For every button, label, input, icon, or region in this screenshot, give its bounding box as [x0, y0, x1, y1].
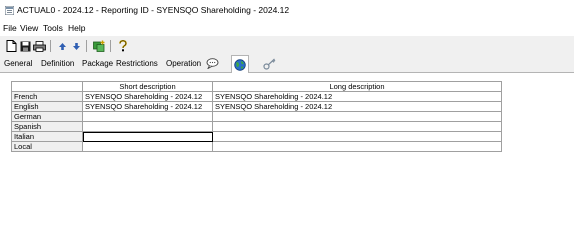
- long-description-cell[interactable]: SYENSQO Shareholding - 2024.12: [212, 101, 502, 112]
- print-icon: [32, 40, 46, 52]
- app-icon: [5, 6, 14, 15]
- key-icon: [263, 58, 276, 70]
- column-header-short-description[interactable]: Short description: [82, 81, 213, 92]
- menu-bar: File View Tools Help: [0, 20, 574, 36]
- save-icon: [20, 41, 30, 51]
- new-document-button[interactable]: [4, 39, 18, 53]
- menu-view[interactable]: View: [20, 23, 38, 33]
- table-row: Local: [11, 141, 502, 152]
- long-description-cell[interactable]: [212, 111, 502, 122]
- menu-file[interactable]: File: [3, 23, 17, 33]
- window-title: ACTUAL0 - 2024.12 - Reporting ID - SYENS…: [17, 5, 290, 15]
- add-item-button[interactable]: [92, 39, 106, 53]
- toolbar-separator: [50, 40, 51, 52]
- toolbar-separator: [110, 40, 111, 52]
- row-header-italian: Italian: [11, 131, 83, 142]
- title-bar: ACTUAL0 - 2024.12 - Reporting ID - SYENS…: [0, 0, 574, 20]
- tab-restrictions[interactable]: Restrictions: [116, 59, 158, 68]
- menu-tools[interactable]: Tools: [43, 23, 63, 33]
- long-description-cell[interactable]: [212, 141, 502, 152]
- menu-help[interactable]: Help: [68, 23, 85, 33]
- help-icon: [119, 40, 127, 52]
- tab-definition[interactable]: Definition: [41, 59, 74, 68]
- new-document-icon: [6, 40, 16, 52]
- save-button[interactable]: [18, 39, 32, 53]
- up-arrow-icon: [58, 42, 66, 50]
- short-description-cell[interactable]: [82, 121, 213, 132]
- tab-comments[interactable]: [204, 56, 220, 71]
- tab-languages[interactable]: [231, 55, 249, 73]
- row-header-english: English: [11, 101, 83, 112]
- table-row: Spanish: [11, 121, 502, 132]
- short-description-cell[interactable]: SYENSQO Shareholding - 2024.12: [82, 91, 213, 102]
- long-description-cell[interactable]: SYENSQO Shareholding - 2024.12: [212, 91, 502, 102]
- row-header-french: French: [11, 91, 83, 102]
- tab-bar: General Definition Package Restrictions …: [0, 55, 574, 73]
- row-header-german: German: [11, 111, 83, 122]
- column-header-long-description[interactable]: Long description: [212, 81, 502, 92]
- tab-operation[interactable]: Operation: [166, 59, 201, 68]
- grid-corner: [11, 81, 83, 92]
- table-row: English SYENSQO Shareholding - 2024.12 S…: [11, 101, 502, 112]
- comment-icon: [206, 58, 218, 69]
- table-row: Italian: [11, 131, 502, 142]
- table-row: German: [11, 111, 502, 122]
- tab-keys[interactable]: [262, 56, 278, 71]
- toolbar-separator: [86, 40, 87, 52]
- row-header-local: Local: [11, 141, 83, 152]
- print-button[interactable]: [32, 39, 46, 53]
- content-area: Short description Long description Frenc…: [0, 73, 574, 243]
- toolbar: [0, 37, 574, 55]
- description-grid: Short description Long description Frenc…: [11, 81, 502, 152]
- row-header-spanish: Spanish: [11, 121, 83, 132]
- globe-icon: [234, 58, 246, 71]
- long-description-cell[interactable]: [212, 131, 502, 142]
- short-description-cell-focused[interactable]: [82, 131, 213, 142]
- short-description-cell[interactable]: [82, 141, 213, 152]
- add-item-icon: [93, 40, 105, 52]
- short-description-cell[interactable]: SYENSQO Shareholding - 2024.12: [82, 101, 213, 112]
- long-description-cell[interactable]: [212, 121, 502, 132]
- table-row: French SYENSQO Shareholding - 2024.12 SY…: [11, 91, 502, 102]
- short-description-cell[interactable]: [82, 111, 213, 122]
- tab-package[interactable]: Package: [82, 59, 113, 68]
- help-button[interactable]: [116, 39, 130, 53]
- tab-general[interactable]: General: [4, 59, 32, 68]
- move-up-button[interactable]: [55, 39, 69, 53]
- move-down-button[interactable]: [69, 39, 83, 53]
- down-arrow-icon: [72, 42, 80, 50]
